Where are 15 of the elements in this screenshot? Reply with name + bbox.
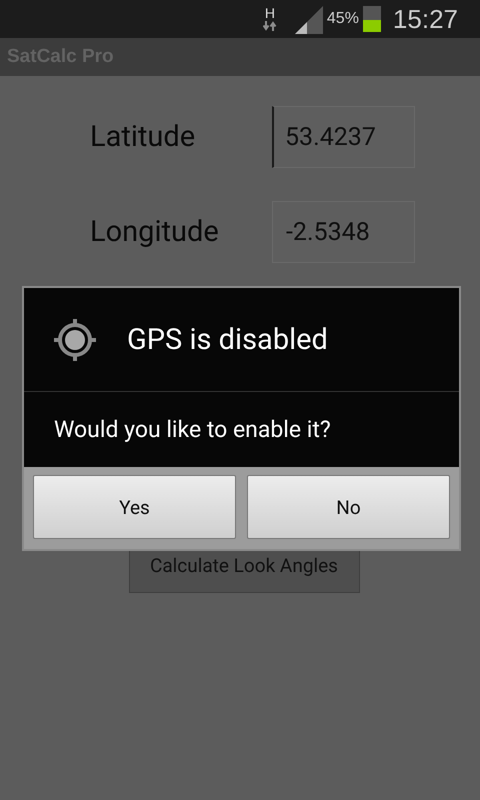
clock-time: 15:27: [392, 4, 458, 34]
signal-icon: [294, 6, 323, 34]
field-label: Longitude: [89, 215, 220, 249]
battery-percent: 45%: [326, 10, 359, 28]
data-arrows-icon: [262, 20, 277, 32]
dialog-title: GPS is disabled: [127, 322, 328, 356]
battery-icon: [362, 6, 381, 32]
input-field[interactable]: 53.4237: [272, 106, 415, 168]
field-label: Latitude: [89, 120, 196, 154]
dialog-message: Would you like to enable it?: [53, 415, 332, 445]
location-target-icon: [53, 318, 97, 362]
dialog-button[interactable]: Yes: [33, 475, 236, 539]
network-type-label: H: [264, 6, 275, 20]
dialog-button[interactable]: No: [247, 475, 450, 539]
input-field[interactable]: -2.5348: [272, 201, 415, 263]
